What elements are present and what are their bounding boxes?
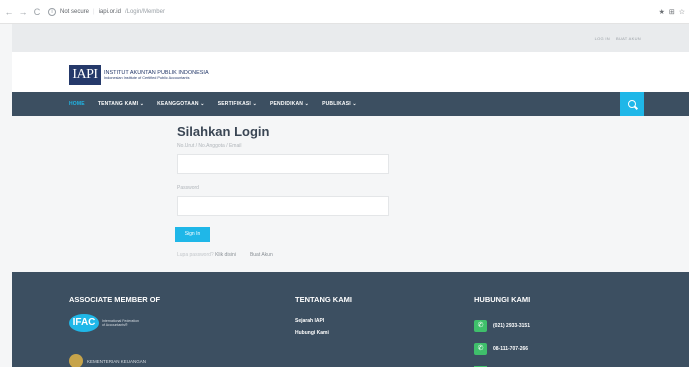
forward-icon[interactable]: → [18,7,28,17]
associate-heading: ASSOCIATE MEMBER OF [69,295,161,304]
back-icon[interactable]: ← [4,7,14,17]
info-icon[interactable]: i [48,7,56,16]
browser-actions: ★ ⊞ ☆ [659,8,685,16]
url-path: /Login/Member [124,8,165,15]
nav-item-publikasi[interactable]: PUBLIKASI ⌄ [322,101,357,107]
create-account-link[interactable]: BUAT AKUN [616,36,641,41]
login-link[interactable]: LOG IN [595,36,610,41]
nav-item-home[interactable]: HOME [69,101,85,107]
forgot-password-link[interactable]: Klik disini [215,252,236,258]
contact-whatsapp-text: 08-111-707-266 [493,346,529,352]
whatsapp-icon: ✆ [474,343,487,355]
logo-mark: IAPI [69,65,101,85]
username-field[interactable] [177,154,389,174]
nav-item-pendidikan[interactable]: PENDIDIKAN ⌄ [270,101,309,107]
site-logo[interactable]: IAPI INSTITUT AKUNTAN PUBLIK INDONESIA I… [69,65,209,85]
forgot-label: Lupa password? [177,252,214,258]
translate-icon[interactable]: ⊞ [669,8,675,16]
kemenkeu-emblem-icon [69,354,83,367]
security-label: Not secure [60,8,90,15]
contact-phone-text: (021) 2933-3151 [493,323,530,329]
username-label: No.Urut / No.Anggota / Email [177,143,242,149]
search-button[interactable] [620,92,644,116]
site-footer: ASSOCIATE MEMBER OF IFAC International F… [12,272,689,367]
address-bar[interactable]: i Not secure | iapi.or.id/Login/Member [48,4,648,20]
sign-in-button[interactable]: Sign In [175,227,210,242]
browser-toolbar: ← → C i Not secure | iapi.or.id/Login/Me… [0,0,689,24]
address-divider: | [93,8,95,15]
site-header: IAPI INSTITUT AKUNTAN PUBLIK INDONESIA I… [12,52,689,92]
page: ← → C i Not secure | iapi.or.id/Login/Me… [0,0,689,367]
utility-links: LOG IN BUAT AKUN [595,36,641,41]
kemenkeu-text: KEMENTERIAN KEUANGAN [87,358,147,364]
nav-items: HOME TENTANG KAMI ⌄ KEANGGOTAAN ⌄ SERTIF… [69,92,357,116]
create-account-link-main[interactable]: Buat Akun [250,252,273,258]
password-field[interactable] [177,196,389,216]
bookmark-star-icon[interactable]: ☆ [679,8,685,16]
ifac-logo[interactable]: IFAC International Federation of Account… [69,314,142,332]
main-nav: HOME TENTANG KAMI ⌄ KEANGGOTAAN ⌄ SERTIF… [12,92,689,116]
about-link-sejarah[interactable]: Sejarah IAPI [295,318,324,324]
reload-icon[interactable]: C [32,7,42,17]
logo-subtitle: Indonesian Institute of Certified Public… [104,76,190,80]
ifac-mark: IFAC [69,314,99,332]
logo-text: INSTITUT AKUNTAN PUBLIK INDONESIA Indone… [104,70,209,80]
contact-phone[interactable]: ✆ (021) 2933-3151 [474,320,530,332]
key-icon[interactable]: ★ [659,8,665,16]
forgot-password-text: Lupa password? Klik disini [177,252,236,258]
page-title: Silahkan Login [177,124,270,139]
search-icon [628,100,636,108]
nav-item-tentang-kami[interactable]: TENTANG KAMI ⌄ [98,101,144,107]
utility-bar: LOG IN BUAT AKUN [12,24,689,52]
about-link-hubungi[interactable]: Hubungi Kami [295,330,329,336]
nav-item-keanggotaan[interactable]: KEANGGOTAAN ⌄ [157,101,205,107]
ifac-text: International Federation of Accountants® [102,319,139,327]
login-section: Silahkan Login No.Urut / No.Anggota / Em… [12,116,689,272]
phone-icon: ✆ [474,320,487,332]
login-links: Lupa password? Klik disini Buat Akun [177,252,273,258]
contact-heading: HUBUNGI KAMI [474,295,531,304]
contact-whatsapp[interactable]: ✆ 08-111-707-266 [474,343,528,355]
nav-item-sertifikasi[interactable]: SERTIFIKASI ⌄ [218,101,257,107]
password-label: Password [177,185,199,191]
url-host: iapi.or.id [98,8,121,15]
about-heading: TENTANG KAMI [295,295,352,304]
kemenkeu-logo[interactable]: KEMENTERIAN KEUANGAN [69,354,146,367]
